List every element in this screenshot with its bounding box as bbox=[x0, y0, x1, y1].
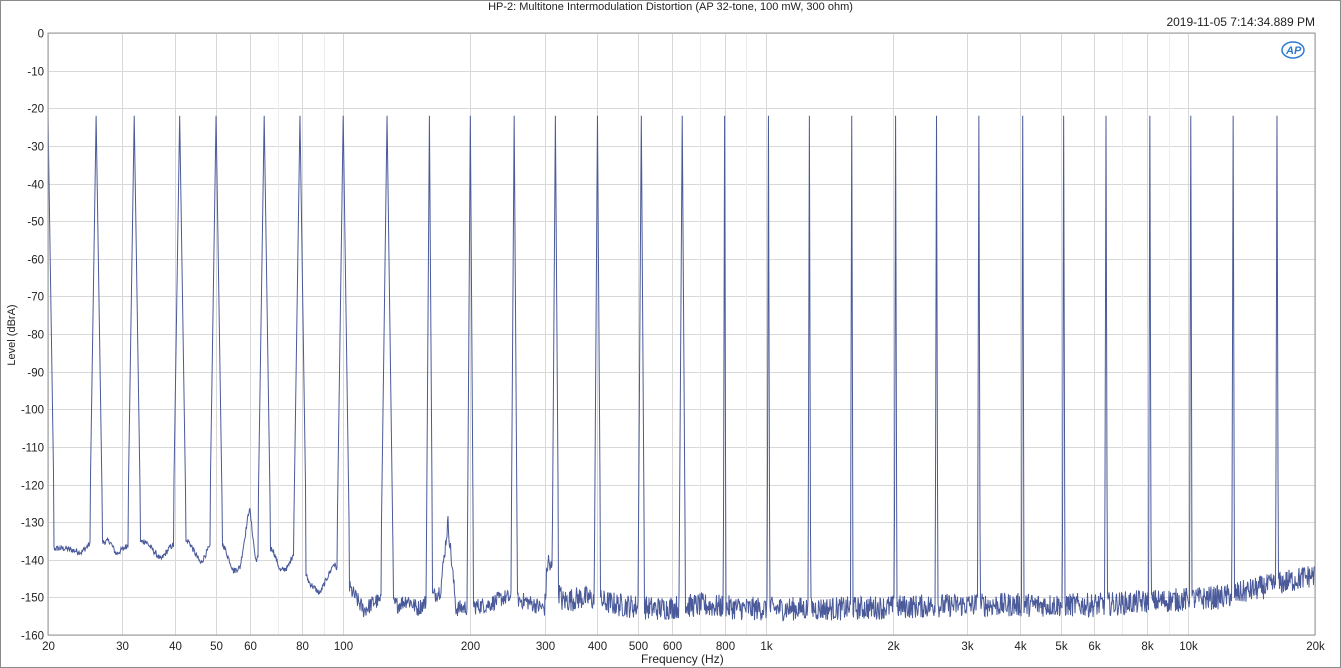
x-tick-label: 400 bbox=[588, 641, 607, 653]
y-tick-labels: 0 -10 -20 -30 -40 -50 -60 -70 -80 -90 -100 -110 -120… bbox=[21, 29, 44, 643]
x-tick-label: 40 bbox=[169, 641, 182, 653]
y-tick-label: -80 bbox=[27, 330, 44, 342]
y-tick-label: -130 bbox=[21, 518, 44, 530]
y-tick-label: -90 bbox=[27, 368, 44, 380]
x-tick-label: 300 bbox=[536, 641, 555, 653]
x-tick-label: 600 bbox=[663, 641, 682, 653]
x-tick-label: 10k bbox=[1179, 641, 1198, 653]
x-tick-label: 30 bbox=[116, 641, 129, 653]
y-tick-label: -30 bbox=[27, 142, 44, 154]
y-tick-label: -20 bbox=[27, 104, 44, 116]
x-tick-label: 100 bbox=[334, 641, 353, 653]
y-tick-label: -10 bbox=[27, 67, 44, 79]
x-tick-label: 60 bbox=[244, 641, 257, 653]
x-tick-label: 3k bbox=[961, 641, 973, 653]
x-tick-label: 20k bbox=[1306, 641, 1325, 653]
x-tick-label: 800 bbox=[716, 641, 735, 653]
x-tick-label: 6k bbox=[1088, 641, 1100, 653]
plot-area: 0 -10 -20 -30 -40 -50 -60 -70 -80 -90 -100 -110 -120… bbox=[21, 29, 1325, 654]
x-tick-label: 1k bbox=[760, 641, 772, 653]
y-tick-label: -70 bbox=[27, 292, 44, 304]
x-tick-label: 50 bbox=[210, 641, 223, 653]
y-tick-label: -160 bbox=[21, 631, 44, 643]
y-tick-label: -40 bbox=[27, 180, 44, 192]
x-tick-label: 20 bbox=[42, 641, 55, 653]
x-tick-label: 500 bbox=[629, 641, 648, 653]
x-tick-label: 8k bbox=[1141, 641, 1153, 653]
y-tick-label: -60 bbox=[27, 255, 44, 267]
y-tick-label: -140 bbox=[21, 556, 44, 568]
series-line bbox=[47, 115, 1316, 622]
y-tick-label: -120 bbox=[21, 481, 44, 493]
x-tick-label: 4k bbox=[1014, 641, 1026, 653]
y-tick-label: -100 bbox=[21, 405, 44, 417]
x-tick-label: 200 bbox=[461, 641, 480, 653]
x-tick-labels: 20 30 40 50 60 80 100 200 300 400 500 600 800 1k 2k 3k 4… bbox=[42, 641, 1325, 653]
x-tick-label: 5k bbox=[1055, 641, 1067, 653]
y-tick-label: -110 bbox=[22, 443, 44, 455]
x-tick-label: 80 bbox=[296, 641, 309, 653]
y-tick-label: -50 bbox=[27, 217, 44, 229]
x-tick-label: 2k bbox=[887, 641, 899, 653]
y-tick-label: -150 bbox=[21, 593, 44, 605]
y-tick-label: 0 bbox=[38, 29, 44, 41]
